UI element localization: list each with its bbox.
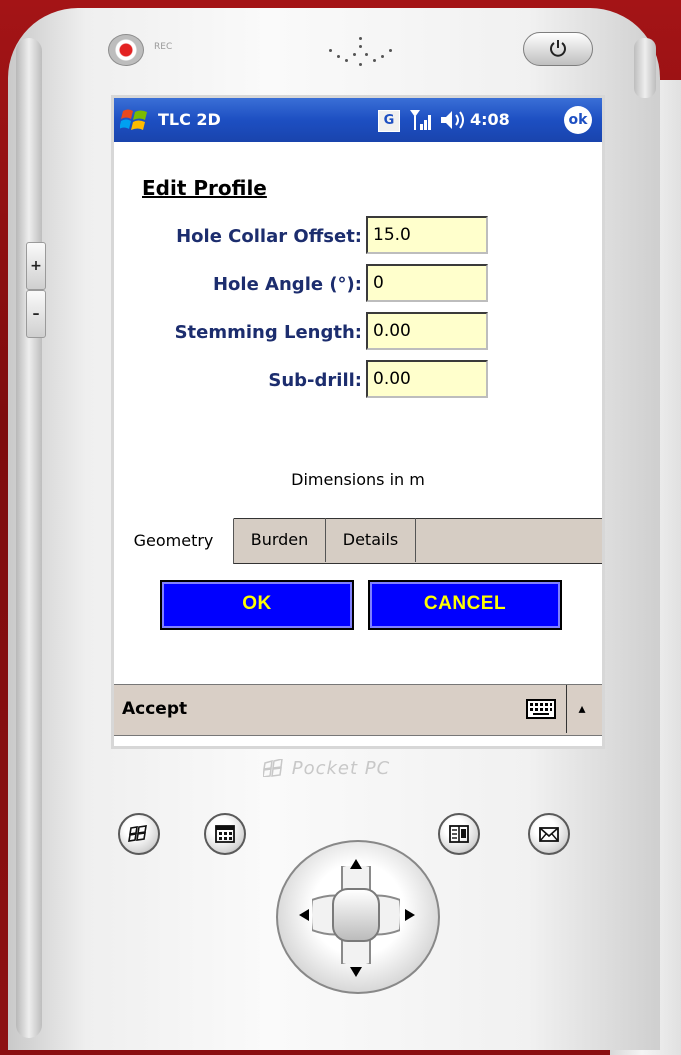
units-note: Dimensions in m bbox=[291, 470, 425, 489]
dpad-right-icon[interactable] bbox=[404, 908, 416, 922]
navigation-pad[interactable] bbox=[276, 820, 440, 996]
keyboard-icon[interactable] bbox=[526, 699, 556, 719]
device-screen: TLC 2D G 4:08 ok Edit Profile Hole Colla… bbox=[114, 98, 602, 746]
calendar-icon bbox=[215, 825, 235, 843]
menu-bar: Accept ▴ bbox=[114, 684, 602, 736]
signal-icon[interactable] bbox=[408, 108, 434, 132]
hole-angle-row: Hole Angle (°): 0 bbox=[114, 264, 602, 306]
contacts-button[interactable] bbox=[438, 813, 480, 855]
accept-softkey[interactable]: Accept bbox=[122, 699, 187, 719]
network-g-icon: G bbox=[378, 110, 400, 132]
hole-angle-field[interactable]: 0 bbox=[366, 264, 488, 302]
sub-drill-row: Sub-drill: 0.00 bbox=[114, 360, 602, 402]
pocket-pc-device: + – REC TLC 2D G 4:08 ok Edit Profile Ho… bbox=[8, 8, 660, 1050]
sub-drill-label: Sub-drill: bbox=[268, 370, 362, 391]
dpad-center-button[interactable] bbox=[332, 888, 380, 942]
record-button[interactable] bbox=[108, 34, 144, 66]
right-side-rail bbox=[634, 38, 656, 98]
clock[interactable]: 4:08 bbox=[470, 110, 510, 129]
calendar-button[interactable] bbox=[204, 813, 246, 855]
tab-details[interactable]: Details bbox=[326, 518, 416, 562]
hole-collar-offset-label: Hole Collar Offset: bbox=[176, 226, 362, 247]
ok-icon[interactable]: ok bbox=[564, 106, 592, 134]
contacts-icon bbox=[449, 825, 469, 843]
home-button[interactable] bbox=[118, 813, 160, 855]
windows-start-icon[interactable] bbox=[120, 105, 150, 135]
input-panel-arrow[interactable]: ▴ bbox=[566, 685, 597, 733]
hole-collar-offset-row: Hole Collar Offset: 15.0 bbox=[114, 216, 602, 258]
tab-bar: Geometry Burden Details bbox=[114, 518, 602, 564]
mail-button[interactable] bbox=[528, 813, 570, 855]
speaker-grille bbox=[323, 33, 403, 73]
left-side-rail bbox=[16, 38, 42, 1038]
ok-button[interactable]: OK bbox=[160, 580, 354, 630]
sub-drill-field[interactable]: 0.00 bbox=[366, 360, 488, 398]
stemming-length-field[interactable]: 0.00 bbox=[366, 312, 488, 350]
tab-geometry[interactable]: Geometry bbox=[114, 518, 234, 564]
volume-down-button[interactable]: – bbox=[26, 290, 46, 338]
stemming-length-row: Stemming Length: 0.00 bbox=[114, 312, 602, 354]
cancel-button[interactable]: CANCEL bbox=[368, 580, 562, 630]
record-label: REC bbox=[154, 42, 173, 52]
page-title: Edit Profile bbox=[142, 176, 267, 200]
volume-up-button[interactable]: + bbox=[26, 242, 46, 290]
home-icon bbox=[128, 825, 147, 842]
tab-burden[interactable]: Burden bbox=[234, 518, 326, 562]
mail-icon bbox=[539, 827, 559, 842]
pocket-pc-logo: Pocket PC bbox=[262, 758, 390, 779]
volume-icon[interactable] bbox=[439, 109, 467, 131]
power-button[interactable] bbox=[523, 32, 593, 66]
hole-angle-label: Hole Angle (°): bbox=[212, 274, 362, 295]
dpad-left-icon[interactable] bbox=[298, 908, 310, 922]
app-title: TLC 2D bbox=[158, 110, 221, 129]
title-bar: TLC 2D G 4:08 ok bbox=[114, 98, 602, 142]
dpad-down-icon[interactable] bbox=[349, 966, 363, 978]
stemming-length-label: Stemming Length: bbox=[174, 322, 362, 343]
hole-collar-offset-field[interactable]: 15.0 bbox=[366, 216, 488, 254]
dpad-up-icon[interactable] bbox=[349, 858, 363, 870]
power-icon bbox=[550, 40, 566, 57]
